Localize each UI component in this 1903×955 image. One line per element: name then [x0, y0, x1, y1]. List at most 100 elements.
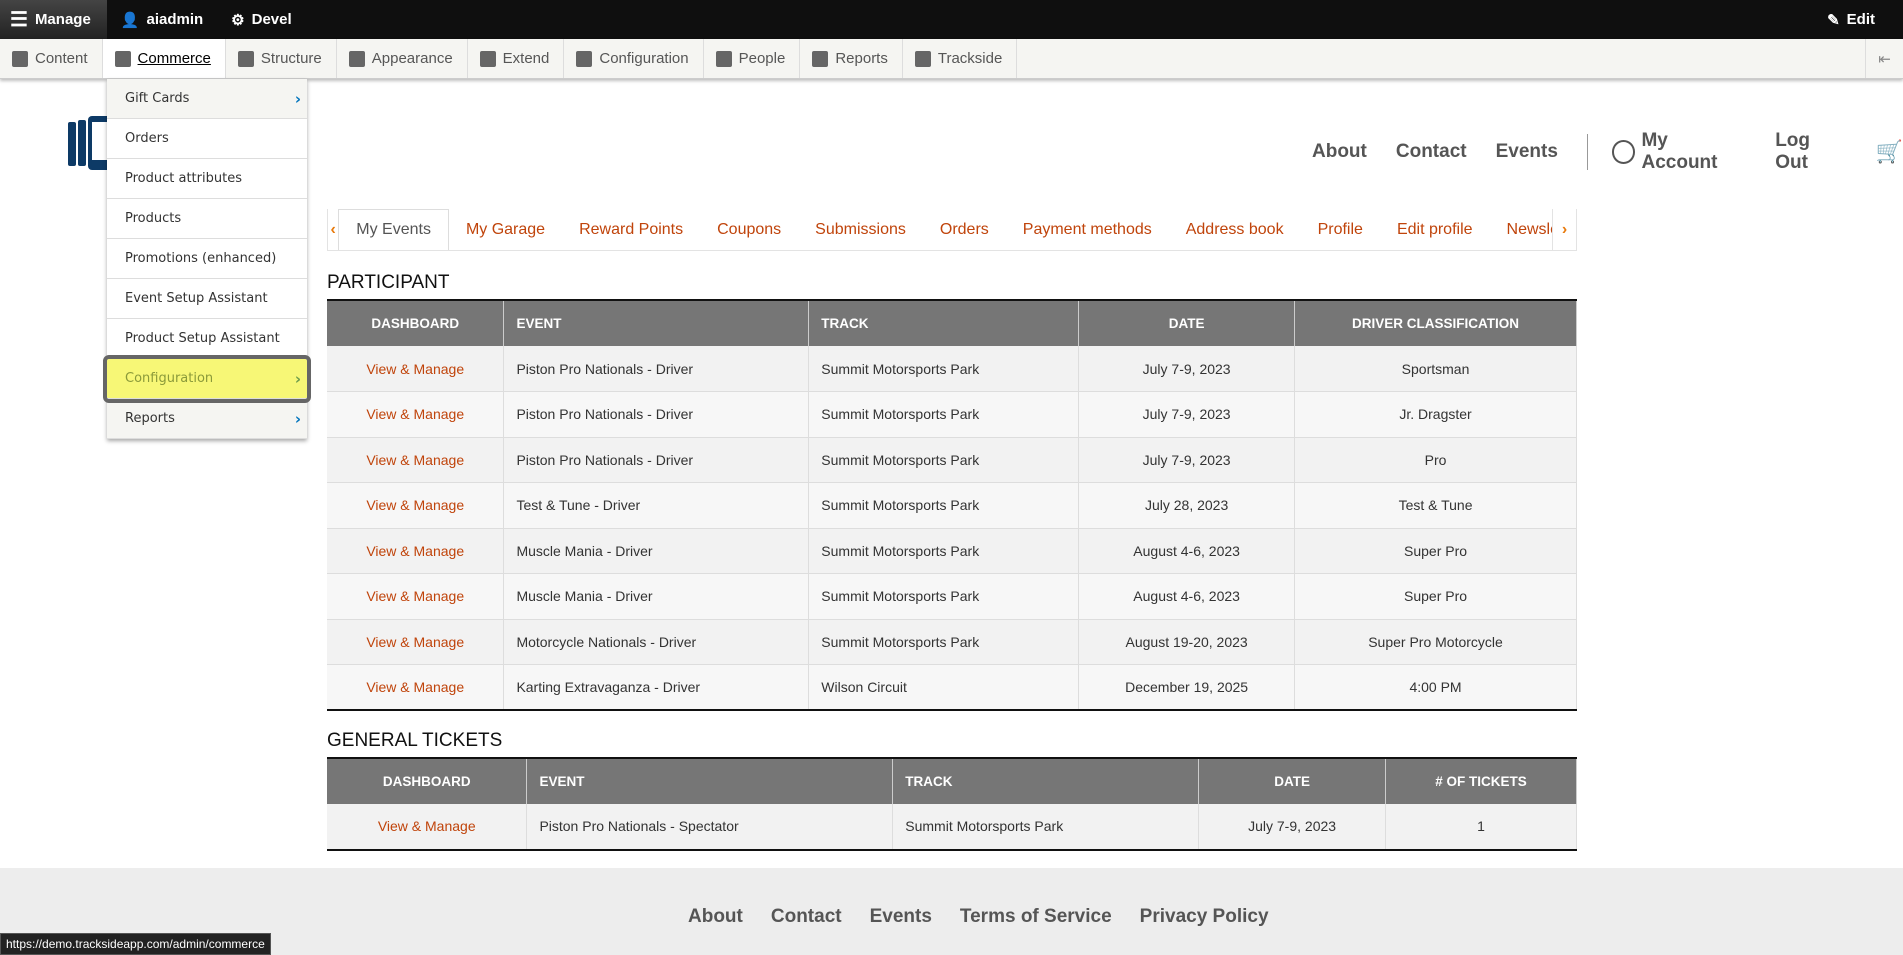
dashboard-cell: View & Manage	[327, 664, 505, 711]
dropdown-item-product-setup-assistant[interactable]: Product Setup Assistant	[107, 319, 307, 359]
view-manage-link[interactable]: View & Manage	[366, 361, 464, 377]
column-header: DATE	[1198, 758, 1387, 804]
footer-link-terms-of-service[interactable]: Terms of Service	[960, 906, 1112, 928]
toolbar-item-label: Configuration	[599, 50, 689, 67]
tab-reward-points[interactable]: Reward Points	[562, 209, 700, 250]
table-row: View & Manage Piston Pro Nationals - Driv…	[327, 346, 1577, 392]
table-cell: August 4-6, 2023	[1078, 528, 1296, 574]
tab-edit-profile[interactable]: Edit profile	[1380, 209, 1490, 250]
nav-contact[interactable]: Contact	[1396, 141, 1467, 163]
collapse-toolbar-button[interactable]: ⇤	[1865, 39, 1903, 78]
toolbar-item-label: Reports	[835, 50, 888, 67]
table-cell: August 19-20, 2023	[1078, 619, 1296, 665]
chevron-right-icon: ›	[294, 369, 301, 388]
view-manage-link[interactable]: View & Manage	[366, 543, 464, 559]
edit-button[interactable]: ✎ Edit	[1813, 0, 1889, 39]
toolbar-item-label: Commerce	[137, 50, 211, 67]
footer-link-about[interactable]: About	[688, 906, 743, 928]
toolbar-item-reports[interactable]: Reports	[800, 39, 903, 78]
toolbar-item-appearance[interactable]: Appearance	[337, 39, 468, 78]
cart-icon[interactable]: 🛒	[1876, 139, 1903, 165]
toolbar-item-content[interactable]: Content	[0, 39, 103, 78]
dashboard-cell: View & Manage	[327, 804, 528, 850]
toolbar-item-people[interactable]: People	[704, 39, 801, 78]
nav-log-out[interactable]: Log Out	[1775, 130, 1846, 174]
dashboard-cell: View & Manage	[327, 528, 505, 574]
table-cell: Summit Motorsports Park	[808, 528, 1080, 574]
view-manage-link[interactable]: View & Manage	[366, 406, 464, 422]
tab-orders[interactable]: Orders	[923, 209, 1006, 250]
tab-submissions[interactable]: Submissions	[798, 209, 923, 250]
toolbar-item-commerce[interactable]: Commerce	[102, 39, 226, 78]
tab-address-book[interactable]: Address book	[1169, 209, 1301, 250]
toolbar-item-extend[interactable]: Extend	[468, 39, 565, 78]
tabs-scroll-right-icon[interactable]: ›	[1552, 209, 1576, 250]
footer-link-contact[interactable]: Contact	[771, 906, 842, 928]
nav-my-account[interactable]: My Account	[1611, 130, 1746, 174]
wrench-icon	[576, 50, 593, 67]
table-cell: 4:00 PM	[1294, 664, 1577, 711]
nav-events[interactable]: Events	[1496, 141, 1558, 163]
view-manage-link[interactable]: View & Manage	[366, 497, 464, 513]
account-icon	[1611, 140, 1636, 164]
view-manage-link[interactable]: View & Manage	[378, 818, 476, 834]
table-cell: Summit Motorsports Park	[892, 804, 1200, 850]
tab-my-events[interactable]: My Events	[338, 209, 449, 250]
dropdown-item-event-setup-assistant[interactable]: Event Setup Assistant	[107, 279, 307, 319]
devel-button[interactable]: ⚙ Devel	[217, 0, 305, 39]
dropdown-item-reports[interactable]: Reports ›	[107, 399, 307, 439]
account-tabs: ‹ My Events My Garage Reward Points Coupons…	[327, 209, 1577, 251]
dashboard-cell: View & Manage	[327, 391, 505, 438]
table-row: View & Manage Muscle Mania - Driver Summit…	[327, 528, 1577, 574]
dashboard-cell: View & Manage	[327, 573, 505, 620]
dropdown-item-configuration[interactable]: Configuration ›	[103, 355, 311, 403]
view-manage-link[interactable]: View & Manage	[366, 588, 464, 604]
footer: About Contact Events Terms of Service Privac…	[0, 868, 1903, 955]
manage-button[interactable]: ☰ Manage	[0, 0, 107, 39]
tab-payment-methods[interactable]: Payment methods	[1006, 209, 1169, 250]
table-cell: Super Pro Motorcycle	[1294, 619, 1577, 665]
toolbar-item-label: Trackside	[937, 50, 1003, 67]
view-manage-link[interactable]: View & Manage	[366, 634, 464, 650]
dropdown-item-products[interactable]: Products	[107, 199, 307, 239]
dropdown-item-orders[interactable]: Orders	[107, 119, 307, 159]
view-manage-link[interactable]: View & Manage	[366, 679, 464, 695]
tab-coupons[interactable]: Coupons	[700, 209, 798, 250]
dropdown-item-promotions-enhanced-[interactable]: Promotions (enhanced)	[107, 239, 307, 279]
dropdown-item-label: Products	[125, 211, 182, 226]
table-cell: August 4-6, 2023	[1078, 573, 1296, 620]
admin-toolbar: Content Commerce Structure Appearance Extend…	[0, 39, 1903, 79]
dropdown-item-product-attributes[interactable]: Product attributes	[107, 159, 307, 199]
participant-title: PARTICIPANT	[327, 272, 450, 293]
status-bar-url: https://demo.tracksideapp.com/admin/comm…	[0, 933, 271, 955]
general-tickets-table: DASHBOARD EVENT TRACK DATE # OF TICKETS View …	[327, 757, 1577, 851]
user-button[interactable]: 👤 aiadmin	[107, 0, 217, 39]
toolbar-item-label: Structure	[260, 50, 322, 67]
column-header: DASHBOARD	[327, 300, 505, 346]
dashboard-cell: View & Manage	[327, 437, 505, 483]
footer-link-privacy-policy[interactable]: Privacy Policy	[1140, 906, 1269, 928]
tab-profile[interactable]: Profile	[1301, 209, 1380, 250]
toolbar-item-label: Extend	[502, 50, 550, 67]
column-header: # OF TICKETS	[1385, 758, 1577, 804]
view-manage-link[interactable]: View & Manage	[366, 452, 464, 468]
table-cell: Summit Motorsports Park	[808, 619, 1080, 665]
nav-about[interactable]: About	[1312, 141, 1367, 163]
dropdown-item-label: Orders	[125, 131, 169, 146]
brush-icon	[348, 50, 365, 67]
bar-chart-icon	[812, 50, 829, 67]
gear-icon: ⚙	[231, 11, 245, 29]
tab-my-garage[interactable]: My Garage	[449, 209, 562, 250]
toolbar-item-structure[interactable]: Structure	[226, 39, 337, 78]
toolbar-item-trackside[interactable]: Trackside	[903, 39, 1018, 78]
table-cell: Super Pro	[1294, 573, 1577, 620]
dropdown-item-label: Product Setup Assistant	[125, 331, 280, 346]
footer-link-events[interactable]: Events	[870, 906, 932, 928]
toolbar-item-configuration[interactable]: Configuration	[564, 39, 704, 78]
main-nav: About Contact Events My Account Log Out …	[1312, 130, 1903, 174]
table-row: View & Manage Karting Extravaganza - Driv…	[327, 664, 1577, 711]
dropdown-item-gift-cards[interactable]: Gift Cards ›	[107, 79, 307, 119]
table-cell: Test & Tune	[1294, 482, 1577, 529]
table-cell: July 7-9, 2023	[1078, 391, 1296, 438]
tabs-scroll-left-icon[interactable]: ‹	[328, 221, 338, 239]
